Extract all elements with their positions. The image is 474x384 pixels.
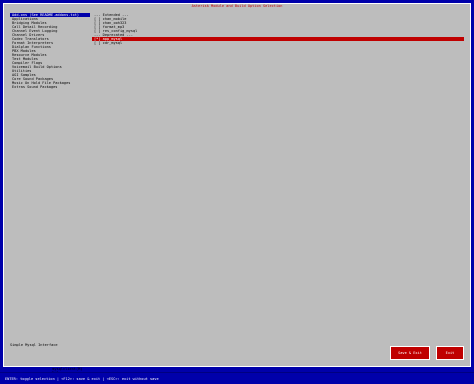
category-item[interactable]: Extras Sound Packages xyxy=(10,85,90,89)
description-summary: Simple Mysql Interface xyxy=(10,343,58,347)
module-list: --- Extended ---[ ] chan_mobile[ ] chan_… xyxy=(92,13,464,45)
dialog-title: Asterisk Module and Build Option Selecti… xyxy=(191,4,283,8)
module-item[interactable]: [ ] cdr_mysql xyxy=(92,41,464,45)
status-bar: ENTER: toggle selection | <F12>: save & … xyxy=(0,372,474,384)
category-menu: Add-ons (See README.addons.txt) Applicati… xyxy=(10,13,90,89)
menuselect-dialog: Asterisk Module and Build Option Selecti… xyxy=(3,3,471,383)
exit-button[interactable]: Exit xyxy=(436,346,464,360)
save-exit-button[interactable]: Save & Exit xyxy=(390,346,430,360)
